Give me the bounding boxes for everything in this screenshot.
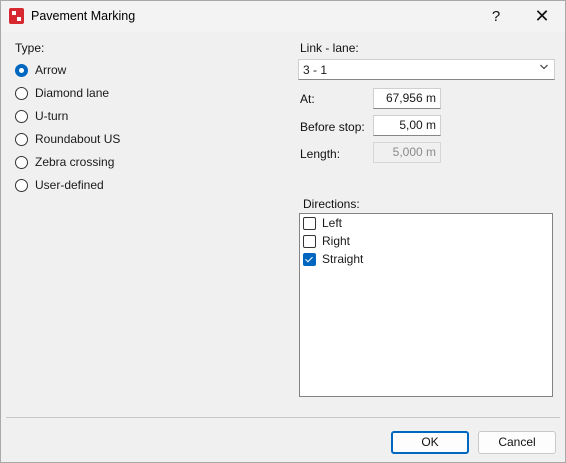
direction-item-straight[interactable]: Straight xyxy=(303,250,363,268)
link-lane-select[interactable]: 3 - 1 xyxy=(298,59,555,80)
link-lane-value: 3 - 1 xyxy=(303,63,328,77)
direction-item-right[interactable]: Right xyxy=(303,232,350,250)
close-icon[interactable]: ✕ xyxy=(519,1,565,32)
radio-arrow[interactable]: Arrow xyxy=(15,61,66,79)
direction-label: Left xyxy=(322,216,343,230)
checkbox[interactable] xyxy=(303,234,316,248)
radio-button[interactable] xyxy=(15,155,28,169)
radio-label: U-turn xyxy=(35,109,69,123)
cancel-button[interactable]: Cancel xyxy=(478,431,556,454)
length-label: Length: xyxy=(300,147,341,161)
app-icon xyxy=(9,8,24,24)
checkbox-checked[interactable] xyxy=(303,252,316,266)
radio-label: Zebra crossing xyxy=(35,155,115,169)
direction-label: Right xyxy=(322,234,351,248)
chevron-down-icon[interactable] xyxy=(540,63,548,71)
pavement-marking-dialog: Pavement Marking ? ✕ Type: Arrow Diamond… xyxy=(0,0,566,463)
help-button[interactable]: ? xyxy=(473,1,519,32)
radio-zebra-crossing[interactable]: Zebra crossing xyxy=(15,153,114,171)
radio-label: Roundabout US xyxy=(35,132,121,146)
directions-list[interactable]: Left Right Straight xyxy=(299,213,553,397)
radio-diamond-lane[interactable]: Diamond lane xyxy=(15,84,109,102)
type-label: Type: xyxy=(15,41,45,55)
radio-button[interactable] xyxy=(15,109,28,123)
radio-button[interactable] xyxy=(15,86,28,100)
ok-button[interactable]: OK xyxy=(391,431,469,454)
length-field: 5,000 m xyxy=(373,142,441,163)
direction-item-left[interactable]: Left xyxy=(303,214,342,232)
radio-user-defined[interactable]: User-defined xyxy=(15,176,104,194)
link-lane-label: Link - lane: xyxy=(300,41,359,55)
radio-button[interactable] xyxy=(15,132,28,146)
directions-label: Directions: xyxy=(303,197,360,211)
title-bar: Pavement Marking ? ✕ xyxy=(1,1,565,32)
before-stop-label: Before stop: xyxy=(300,120,365,134)
at-field[interactable]: 67,956 m xyxy=(373,88,441,109)
at-label: At: xyxy=(300,92,315,106)
direction-label: Straight xyxy=(322,252,364,266)
window-title: Pavement Marking xyxy=(31,9,136,23)
radio-button[interactable] xyxy=(15,178,28,192)
radio-label: Diamond lane xyxy=(35,86,110,100)
before-stop-field[interactable]: 5,00 m xyxy=(373,115,441,136)
radio-roundabout-us[interactable]: Roundabout US xyxy=(15,130,120,148)
divider xyxy=(6,417,560,418)
radio-label: Arrow xyxy=(35,63,67,77)
radio-u-turn[interactable]: U-turn xyxy=(15,107,68,125)
checkbox[interactable] xyxy=(303,216,316,230)
radio-button-checked[interactable] xyxy=(15,63,28,77)
radio-label: User-defined xyxy=(35,178,104,192)
